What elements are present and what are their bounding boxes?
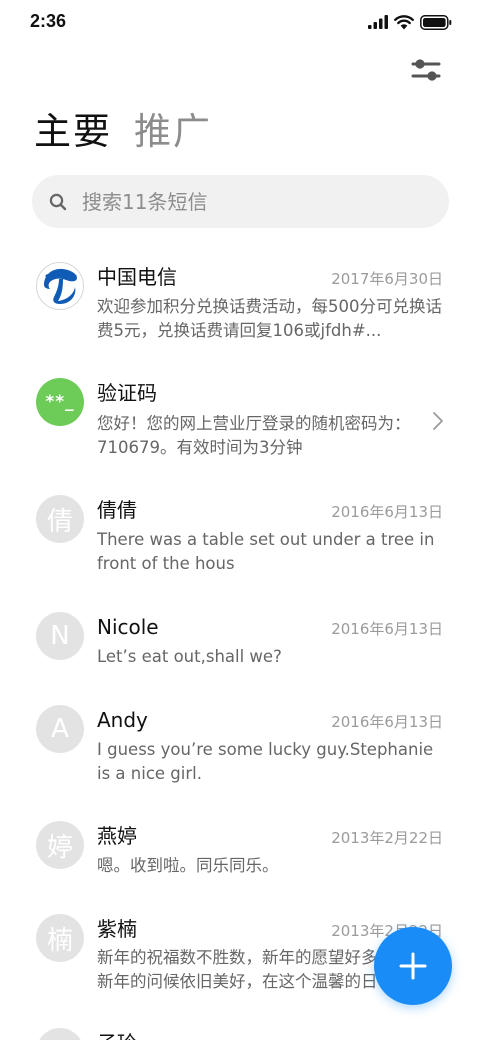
sender-name: 倩倩 <box>97 498 137 522</box>
search-icon <box>49 193 67 211</box>
avatar: 婷 <box>36 821 84 869</box>
sender-name: Andy <box>97 708 148 732</box>
message-preview: 欢迎参加积分兑换话费活动，每500分可兑换话费5元，兑换话费请回复106或jfd… <box>97 297 442 340</box>
avatar: A <box>36 705 84 753</box>
message-preview: 您好！您的网上营业厅登录的随机密码为：710679。有效时间为3分钟 <box>97 414 411 457</box>
avatar <box>36 262 84 310</box>
compose-button[interactable] <box>374 927 452 1005</box>
message-date: 2016年6月13日 <box>331 620 443 638</box>
status-bar: 2:36 <box>0 0 480 44</box>
avatar: 楠 <box>36 914 84 962</box>
message-date: 2016年6月13日 <box>331 713 443 731</box>
sender-name: 验证码 <box>97 381 157 405</box>
message-date: 2016年6月13日 <box>331 503 443 521</box>
avatar: 倩 <box>36 495 84 543</box>
status-icons <box>368 13 452 31</box>
battery-icon <box>420 14 452 30</box>
china-telecom-logo <box>44 268 77 304</box>
message-date: 2013年2月22日 <box>331 829 443 847</box>
messages-screen: 2:36 主要 推广 搜索11条短信 中国电信 2017年6月30日 欢迎参加积… <box>0 0 480 1040</box>
avatar: **_ <box>36 378 84 426</box>
tab-bar: 主要 推广 <box>34 108 212 156</box>
search-input[interactable] <box>82 189 402 214</box>
message-date: 2017年6月30日 <box>331 270 443 288</box>
wifi-icon <box>394 14 414 29</box>
filter-sliders-icon <box>411 59 441 81</box>
sender-name: 中国电信 <box>97 265 177 289</box>
message-preview: 嗯。收到啦。同乐同乐。 <box>97 856 279 875</box>
sender-name: 紫楠 <box>97 917 137 941</box>
avatar: N <box>36 612 84 660</box>
filter-button[interactable] <box>408 54 444 86</box>
tab-primary[interactable]: 主要 <box>34 108 112 156</box>
chevron-right-icon <box>433 412 443 430</box>
message-preview: I guess you’re some lucky guy.Stephanie … <box>97 740 434 783</box>
avatar <box>36 1028 84 1040</box>
sender-name: Nicole <box>97 615 159 639</box>
message-preview: Let’s eat out,shall we? <box>97 647 282 666</box>
signal-icon <box>368 15 388 29</box>
plus-icon <box>399 952 427 980</box>
tab-promotions[interactable]: 推广 <box>134 108 212 156</box>
sender-name: 燕婷 <box>97 824 137 848</box>
sender-name: 子玲 <box>97 1030 137 1040</box>
status-time: 2:36 <box>30 11 67 31</box>
message-preview: There was a table set out under a tree i… <box>97 530 435 573</box>
search-bar[interactable] <box>32 175 449 228</box>
